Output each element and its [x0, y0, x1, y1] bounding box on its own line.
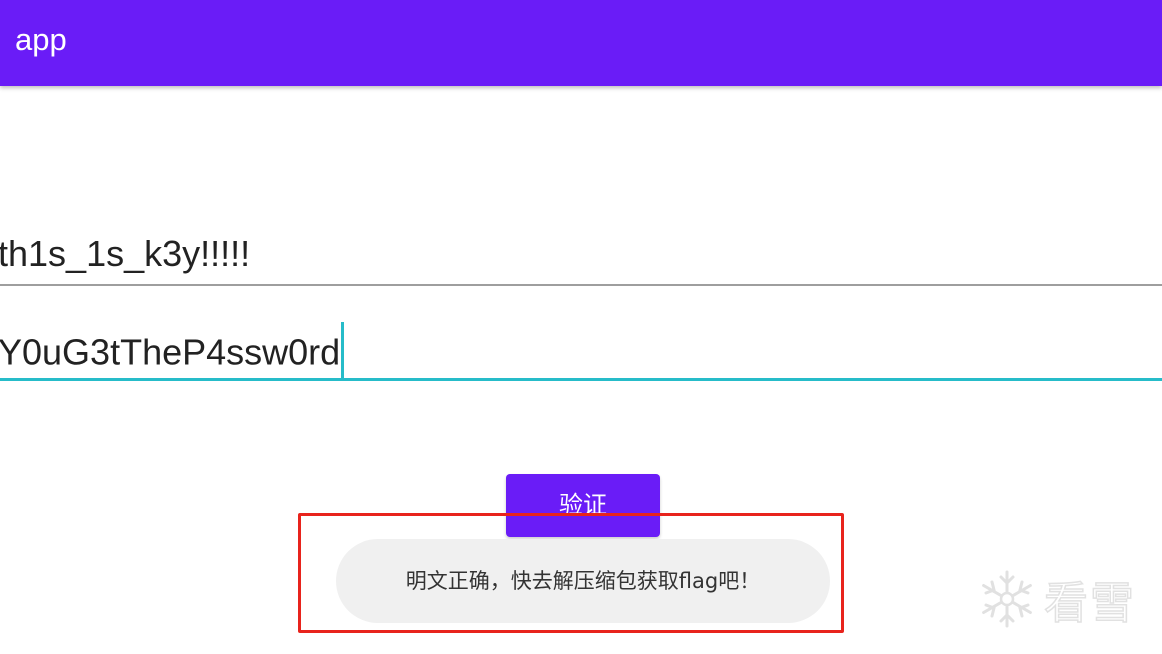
snowflake-icon — [976, 568, 1038, 630]
password-input-value: Y0uG3tTheP4ssw0rd — [0, 331, 341, 373]
app-title: app — [15, 22, 67, 57]
key-input-underline — [0, 284, 1162, 286]
key-input-value: th1s_1s_k3y!!!!! — [0, 233, 251, 274]
watermark: 看雪 — [976, 566, 1136, 632]
key-input[interactable]: th1s_1s_k3y!!!!! — [0, 226, 1162, 286]
text-caret — [341, 322, 345, 380]
password-input-underline — [0, 378, 1162, 381]
watermark-text: 看雪 — [1043, 577, 1136, 630]
annotation-highlight-box — [298, 513, 844, 633]
app-bar: app — [0, 0, 1162, 86]
password-input[interactable]: Y0uG3tTheP4ssw0rd — [0, 318, 1162, 381]
